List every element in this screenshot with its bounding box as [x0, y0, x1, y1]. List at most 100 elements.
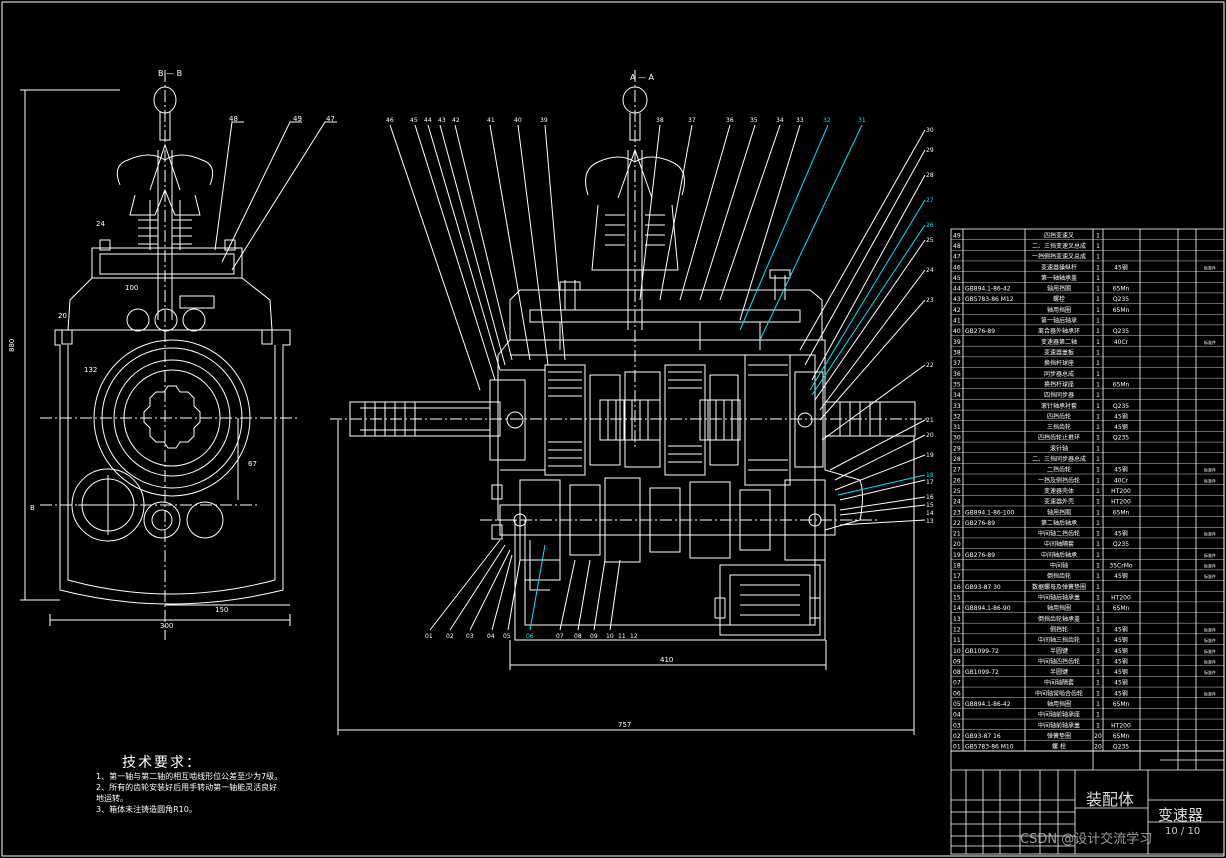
parts-cell-mat: 40Cr: [1114, 339, 1129, 346]
parts-cell-qty: 1: [1096, 264, 1100, 271]
parts-cell-mat: Q235: [1113, 296, 1129, 303]
parts-cell-no: 39: [953, 339, 961, 346]
parts-cell-std: GB894.1-86-42: [965, 286, 1011, 293]
parts-cell-qty: 1: [1096, 499, 1100, 506]
dim-top: 100: [125, 284, 138, 292]
balloon-42: 42: [452, 117, 460, 124]
balloon-33: 33: [796, 117, 804, 124]
parts-cell-name: 轴用挡圈: [1047, 306, 1071, 314]
parts-cell-note: 标准件: [1204, 637, 1216, 643]
section-mark-a: A — A: [630, 73, 655, 82]
section-mark-b: B — B: [158, 69, 182, 78]
parts-cell-no: 25: [953, 488, 961, 495]
parts-cell-std: GB276-89: [965, 520, 995, 527]
balloon-37: 37: [688, 117, 696, 124]
parts-cell-qty: 1: [1096, 456, 1100, 463]
parts-cell-qty: 1: [1096, 307, 1100, 314]
assembly-drawing: B — B 880 300 150 100 24 67 132 20 48 49…: [1, 1, 1225, 857]
parts-cell-note: 标准件: [1204, 477, 1216, 483]
parts-cell-mat: 65Mn: [1113, 286, 1130, 293]
parts-cell-mat: HT200: [1111, 499, 1131, 506]
parts-cell-name: 离合器外轴承环: [1038, 327, 1080, 335]
parts-cell-note: 标准件: [1204, 626, 1216, 632]
parts-cell-qty: 1: [1096, 605, 1100, 612]
parts-cell-name: 中间轴后轴承: [1041, 551, 1077, 559]
parts-cell-std: GB894.1-86-100: [965, 509, 1015, 516]
parts-cell-qty: 1: [1096, 722, 1100, 729]
parts-cell-qty: 1: [1096, 232, 1100, 239]
balloon-22: 22: [926, 362, 934, 369]
parts-cell-no: 14: [953, 605, 961, 612]
parts-cell-no: 19: [953, 552, 961, 559]
parts-cell-name: 滚针轴: [1050, 444, 1068, 452]
balloon-26: 26: [926, 222, 934, 229]
parts-cell-qty: 1: [1096, 328, 1100, 335]
parts-cell-name: 中间轴: [1050, 562, 1068, 570]
parts-cell-no: 18: [953, 563, 961, 570]
parts-cell-std: GB93-87 16: [965, 733, 1001, 740]
parts-cell-mat: 40Cr: [1114, 477, 1129, 484]
parts-cell-qty: 1: [1096, 637, 1100, 644]
parts-cell-name: 螺 栓: [1052, 743, 1066, 751]
balloon-15: 15: [926, 502, 934, 509]
parts-cell-name: 四挡齿轮止推环: [1038, 434, 1080, 442]
parts-cell-name: 倒挡轮: [1050, 625, 1068, 633]
parts-cell-name: 一挡及倒挡齿轮: [1038, 476, 1080, 484]
dim-small-c: 132: [84, 366, 97, 374]
parts-cell-mat: 45钢: [1114, 647, 1128, 655]
parts-cell-name: 滚针轴承衬套: [1041, 402, 1077, 410]
parts-cell-no: 47: [953, 254, 961, 261]
parts-cell-mat: 65Mn: [1113, 605, 1130, 612]
parts-cell-no: 48: [953, 243, 961, 250]
parts-cell-mat: 45钢: [1114, 668, 1128, 676]
parts-cell-mat: 45钢: [1114, 263, 1128, 271]
parts-cell-name: 中间轴后轴承盖: [1038, 594, 1080, 602]
balloon-04: 04: [487, 633, 495, 640]
parts-cell-mat: Q235: [1113, 541, 1129, 548]
parts-cell-no: 04: [953, 712, 961, 719]
balloon-06: 06: [526, 633, 534, 640]
parts-cell-no: 49: [953, 232, 961, 239]
parts-cell-name: 倒挡齿轮轴承盖: [1038, 615, 1080, 623]
parts-cell-qty: 1: [1096, 403, 1100, 410]
dim-width-left: 300: [160, 622, 173, 630]
parts-cell-qty: 1: [1096, 584, 1100, 591]
parts-cell-name: 中间轴二挡齿轮: [1038, 530, 1080, 538]
parts-cell-no: 35: [953, 381, 961, 388]
balloon-17: 17: [926, 479, 934, 486]
parts-cell-mat: 45钢: [1114, 412, 1128, 420]
parts-cell-no: 37: [953, 360, 961, 367]
parts-cell-no: 11: [953, 637, 961, 644]
dim-small-d: 20: [58, 312, 67, 320]
parts-cell-mat: 45钢: [1114, 530, 1128, 538]
parts-cell-no: 05: [953, 701, 961, 708]
parts-cell-mat: 45钢: [1114, 657, 1128, 665]
parts-cell-qty: 20: [1094, 733, 1102, 740]
parts-cell-qty: 1: [1096, 701, 1100, 708]
parts-cell-std: GB276-89: [965, 552, 995, 559]
parts-cell-name: 四挡同步器: [1044, 391, 1074, 399]
parts-cell-mat: 45钢: [1114, 636, 1128, 644]
parts-cell-mat: 65Mn: [1113, 307, 1130, 314]
parts-cell-no: 40: [953, 328, 961, 335]
parts-cell-qty: 1: [1096, 616, 1100, 623]
drawing-title: 装配体: [1086, 790, 1135, 809]
parts-cell-no: 29: [953, 445, 961, 452]
parts-cell-name: 中间轴隔套: [1044, 679, 1074, 687]
balloon-32: 32: [823, 117, 831, 124]
balloon-31: 31: [858, 117, 866, 124]
parts-cell-qty: 1: [1096, 595, 1100, 602]
parts-cell-mat: 45钢: [1114, 689, 1128, 697]
parts-cell-qty: 1: [1096, 669, 1100, 676]
parts-cell-name: 换挡杆球座: [1044, 359, 1074, 367]
parts-cell-mat: 35CrMo: [1109, 563, 1132, 570]
balloon-39: 39: [540, 117, 548, 124]
balloon-47: 47: [326, 115, 335, 123]
parts-cell-name: 二、三挡变速叉总成: [1032, 242, 1086, 250]
dim-height: 880: [8, 339, 16, 352]
parts-cell-qty: 1: [1096, 477, 1100, 484]
balloon-10: 10: [606, 633, 614, 640]
parts-cell-name: 三挡齿轮: [1047, 423, 1071, 431]
balloon-18: 18: [926, 472, 934, 479]
balloon-44: 44: [424, 117, 432, 124]
